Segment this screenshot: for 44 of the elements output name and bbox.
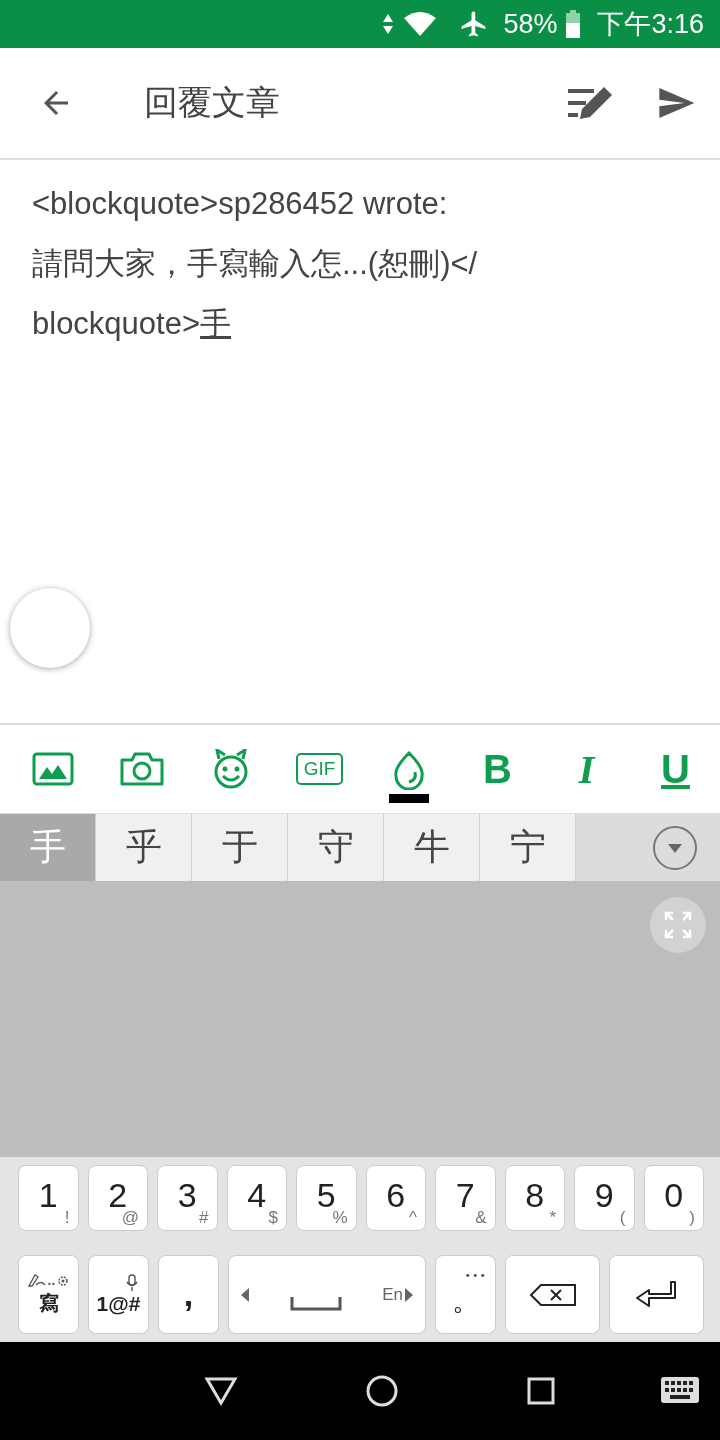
number-key[interactable]: 4 $ bbox=[226, 1165, 287, 1231]
home-icon[interactable] bbox=[365, 1374, 399, 1408]
right-arrow-icon bbox=[405, 1287, 413, 1302]
enter-key[interactable] bbox=[609, 1255, 704, 1334]
number-key[interactable]: 8 * bbox=[504, 1165, 565, 1231]
recents-icon[interactable] bbox=[526, 1376, 557, 1406]
ink-drop-icon[interactable] bbox=[391, 749, 426, 790]
battery-icon bbox=[565, 10, 582, 38]
number-key[interactable]: 7 & bbox=[435, 1165, 496, 1231]
back-triangle-icon[interactable] bbox=[203, 1376, 238, 1406]
data-arrows-icon bbox=[381, 13, 396, 35]
gif-button[interactable]: GIF bbox=[295, 753, 344, 785]
number-key[interactable]: 3 # bbox=[157, 1165, 218, 1231]
underline-button[interactable]: U bbox=[661, 746, 690, 792]
number-key[interactable]: 5 % bbox=[296, 1165, 357, 1231]
message-text[interactable]: <blockquote>sp286452 wrote: 請問大家，手寫輸入怎...(恕刪)</ blockquote>手 bbox=[32, 174, 478, 354]
expand-candidates-icon[interactable] bbox=[652, 824, 698, 871]
wifi-icon bbox=[403, 11, 438, 37]
enter-icon bbox=[634, 1279, 679, 1310]
space-key[interactable]: En bbox=[228, 1255, 426, 1334]
settings-icon bbox=[56, 1274, 71, 1288]
number-key[interactable]: 0 ) bbox=[643, 1165, 704, 1231]
symbols-key[interactable]: 1@# bbox=[88, 1255, 149, 1334]
pen-icon bbox=[26, 1272, 47, 1288]
microphone-icon bbox=[126, 1273, 138, 1292]
handwriting-key[interactable]: .. 寫 bbox=[18, 1255, 79, 1334]
number-key[interactable]: 2 @ bbox=[87, 1165, 148, 1231]
image-icon[interactable] bbox=[31, 752, 74, 786]
period-key[interactable]: ••• 。 bbox=[435, 1255, 496, 1334]
bold-button[interactable]: B bbox=[483, 746, 512, 792]
left-arrow-icon bbox=[241, 1287, 249, 1302]
number-key[interactable]: 6 ^ bbox=[365, 1165, 426, 1231]
comma-key[interactable]: , bbox=[158, 1255, 219, 1334]
camera-icon[interactable] bbox=[118, 751, 165, 787]
space-bar-icon bbox=[289, 1296, 342, 1311]
number-key[interactable]: 1 ! bbox=[18, 1165, 79, 1231]
battery-percent: 58% bbox=[503, 8, 558, 40]
clock: 下午3:16 bbox=[597, 8, 704, 41]
number-key[interactable]: 9 ( bbox=[574, 1165, 635, 1231]
page-title: 回覆文章 bbox=[144, 81, 281, 124]
keyboard-icon[interactable] bbox=[660, 1376, 700, 1404]
italic-button[interactable]: I bbox=[578, 745, 595, 793]
backspace-key[interactable] bbox=[505, 1255, 600, 1334]
backspace-icon bbox=[528, 1282, 577, 1307]
